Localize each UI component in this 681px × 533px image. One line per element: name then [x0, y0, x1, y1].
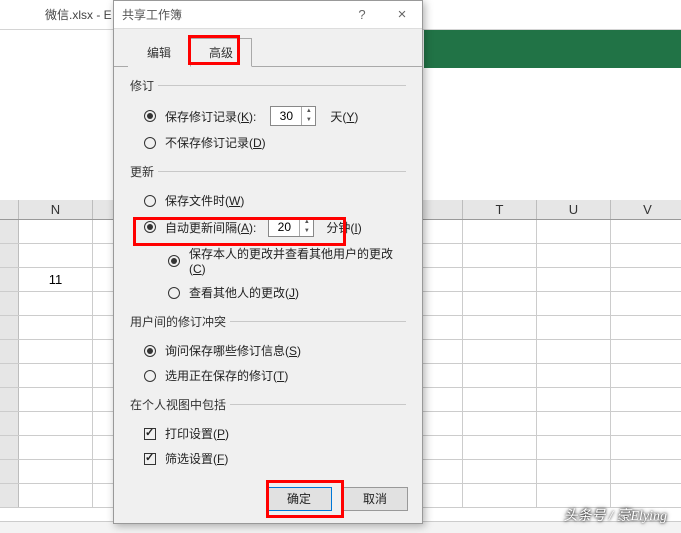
- button-row: 确定 取消: [266, 487, 408, 511]
- dialog-title: 共享工作簿: [114, 6, 342, 23]
- dialog-body: 修订 保存修订记录(K): ▲▼ 天(Y) 不保存修订记录(D) 更新 保存文件…: [114, 67, 422, 481]
- label-save-mine: 保存本人的更改并查看其他用户的更改(C): [189, 245, 406, 276]
- label-use-saving: 选用正在保存的修订(T): [165, 367, 288, 384]
- radio-ask[interactable]: [144, 345, 156, 357]
- group-conflict: 用户间的修订冲突: [130, 313, 226, 330]
- label-keep-history: 保存修订记录(K):: [165, 108, 256, 125]
- col-header[interactable]: N: [19, 200, 93, 219]
- radio-no-history[interactable]: [144, 137, 156, 149]
- radio-keep-history[interactable]: [144, 110, 156, 122]
- excel-ribbon: [424, 30, 681, 68]
- radio-save-mine[interactable]: [168, 255, 180, 267]
- label-minutes: 分钟(I): [326, 219, 361, 236]
- tab-advanced[interactable]: 高级: [190, 38, 252, 67]
- help-button[interactable]: ?: [342, 1, 382, 29]
- group-revision: 修订: [130, 77, 154, 94]
- watermark: 头条号 / 豪Elying: [564, 505, 667, 525]
- radio-on-save[interactable]: [144, 195, 156, 207]
- label-days: 天(Y): [330, 108, 358, 125]
- col-header[interactable]: U: [537, 200, 611, 219]
- share-workbook-dialog: 共享工作簿 ? × 编辑 高级 修订 保存修订记录(K): ▲▼ 天(Y) 不保…: [113, 0, 423, 524]
- close-icon[interactable]: ×: [382, 1, 422, 29]
- group-personal-view: 在个人视图中包括: [130, 396, 226, 413]
- label-on-save: 保存文件时(W): [165, 192, 244, 209]
- check-print[interactable]: [144, 428, 156, 440]
- label-no-history: 不保存修订记录(D): [165, 134, 266, 151]
- label-print: 打印设置(P): [165, 425, 229, 442]
- spin-up-icon[interactable]: ▲: [300, 218, 313, 227]
- days-input[interactable]: [271, 107, 301, 125]
- label-auto-interval: 自动更新间隔(A):: [165, 219, 256, 236]
- label-ask: 询问保存哪些修订信息(S): [165, 342, 301, 359]
- spin-up-icon[interactable]: ▲: [302, 107, 315, 116]
- spin-down-icon[interactable]: ▼: [300, 227, 313, 236]
- label-filter: 筛选设置(F): [165, 450, 228, 467]
- tab-bar: 编辑 高级: [114, 37, 422, 67]
- col-header[interactable]: V: [611, 200, 681, 219]
- radio-view-others[interactable]: [168, 287, 180, 299]
- spin-down-icon[interactable]: ▼: [302, 116, 315, 125]
- ok-button[interactable]: 确定: [266, 487, 332, 511]
- group-update: 更新: [130, 163, 154, 180]
- cancel-button[interactable]: 取消: [342, 487, 408, 511]
- label-view-others: 查看其他人的更改(J): [189, 284, 299, 301]
- radio-use-saving[interactable]: [144, 370, 156, 382]
- days-spinner[interactable]: ▲▼: [270, 106, 316, 126]
- file-title: 微信.xlsx - E: [0, 8, 112, 22]
- col-header[interactable]: T: [463, 200, 537, 219]
- tab-edit[interactable]: 编辑: [128, 38, 190, 67]
- check-filter[interactable]: [144, 453, 156, 465]
- dialog-titlebar[interactable]: 共享工作簿 ? ×: [114, 1, 422, 29]
- interval-input[interactable]: [269, 218, 299, 236]
- interval-spinner[interactable]: ▲▼: [268, 217, 314, 237]
- radio-auto-interval[interactable]: [144, 221, 156, 233]
